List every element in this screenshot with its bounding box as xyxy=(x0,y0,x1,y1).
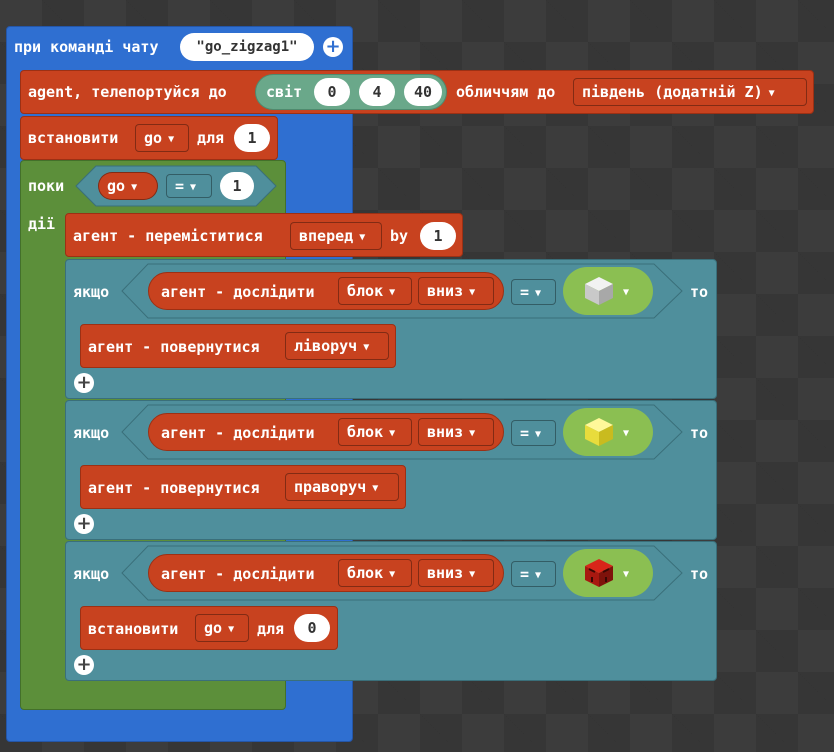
set-label: встановити xyxy=(28,129,119,147)
while-variable-value: go xyxy=(107,177,126,195)
turn-direction-value: ліворуч xyxy=(294,337,358,355)
inspect-dir-value: вниз xyxy=(427,423,464,441)
chat-command-input[interactable]: "go_zigzag1" xyxy=(180,33,314,61)
variable-dropdown[interactable]: go ▼ xyxy=(195,614,249,642)
chevron-down-icon: ▼ xyxy=(535,288,542,299)
variable-dropdown-value: go xyxy=(204,619,223,637)
move-value-input[interactable]: 1 xyxy=(420,222,456,250)
white-block-icon xyxy=(585,277,613,305)
chevron-down-icon: ▼ xyxy=(168,134,175,145)
inspect-dir-dropdown[interactable]: вниз ▼ xyxy=(418,277,494,305)
add-else-icon[interactable]: + xyxy=(74,514,94,534)
if-label: якщо xyxy=(73,283,110,301)
chevron-down-icon: ▼ xyxy=(389,428,396,439)
inspect-dir-dropdown[interactable]: вниз ▼ xyxy=(418,418,494,446)
compare-operator-dropdown[interactable]: = ▼ xyxy=(511,561,556,587)
chevron-down-icon: ▼ xyxy=(359,232,366,243)
inspect-kind-dropdown[interactable]: блок ▼ xyxy=(338,418,412,446)
inspect-kind-value: блок xyxy=(347,282,384,300)
add-else-icon[interactable]: + xyxy=(74,655,94,675)
inspect-label: агент - дослідити xyxy=(161,283,315,301)
then-label: то xyxy=(690,424,709,442)
chevron-down-icon: ▼ xyxy=(372,483,379,494)
compare-operator-value: = xyxy=(520,283,530,301)
chevron-down-icon: ▼ xyxy=(535,429,542,440)
set-value-input[interactable]: 1 xyxy=(234,124,270,152)
inspect-dir-dropdown[interactable]: вниз ▼ xyxy=(418,559,494,587)
for-label: для xyxy=(257,620,285,638)
variable-dropdown[interactable]: go ▼ xyxy=(135,124,189,152)
chevron-down-icon: ▼ xyxy=(469,287,476,298)
for-label: для xyxy=(197,129,225,147)
by-label: by xyxy=(390,227,409,245)
direction-dropdown[interactable]: південь (додатній Z) ▼ xyxy=(573,78,807,106)
turn-label: агент - повернутися xyxy=(88,338,260,356)
move-direction-dropdown[interactable]: вперед ▼ xyxy=(290,222,382,250)
chevron-down-icon: ▼ xyxy=(389,287,396,298)
then-label: то xyxy=(690,565,709,583)
if-label: якщо xyxy=(73,424,110,442)
compare-operator-value: = xyxy=(520,424,530,442)
while-operator-dropdown[interactable]: = ▼ xyxy=(166,174,212,198)
inspect-dir-value: вниз xyxy=(427,282,464,300)
inspect-kind-value: блок xyxy=(347,564,384,582)
z-coordinate-input[interactable]: 40 xyxy=(404,78,442,106)
chevron-down-icon[interactable]: ▼ xyxy=(623,424,629,444)
set-label: встановити xyxy=(88,620,179,638)
turn-label: агент - повернутися xyxy=(88,479,260,497)
turn-direction-value: праворуч xyxy=(294,478,367,496)
compare-operator-dropdown[interactable]: = ▼ xyxy=(511,420,556,446)
turn-direction-dropdown[interactable]: ліворуч ▼ xyxy=(285,332,389,360)
set-value-input[interactable]: 0 xyxy=(294,614,330,642)
variable-dropdown-value: go xyxy=(144,129,163,147)
while-operator-value: = xyxy=(175,177,185,195)
inspect-kind-value: блок xyxy=(347,423,384,441)
compare-operator-dropdown[interactable]: = ▼ xyxy=(511,279,556,305)
chevron-down-icon[interactable]: ▼ xyxy=(623,283,629,303)
facing-label: обличчям до xyxy=(456,83,556,101)
while-value-input[interactable]: 1 xyxy=(220,172,254,200)
add-else-icon[interactable]: + xyxy=(74,373,94,393)
x-coordinate-input[interactable]: 0 xyxy=(314,78,350,106)
chevron-down-icon: ▼ xyxy=(131,182,138,193)
chevron-down-icon: ▼ xyxy=(535,570,542,581)
event-label: при команді чату xyxy=(14,38,159,56)
chevron-down-icon: ▼ xyxy=(190,182,197,193)
add-parameter-icon[interactable]: + xyxy=(323,37,343,57)
direction-dropdown-value: південь (додатній Z) xyxy=(582,83,763,101)
y-coordinate-input[interactable]: 4 xyxy=(359,78,395,106)
inspect-kind-dropdown[interactable]: блок ▼ xyxy=(338,277,412,305)
inspect-dir-value: вниз xyxy=(427,564,464,582)
chevron-down-icon: ▼ xyxy=(389,569,396,580)
teleport-label: agent, телепортуйся до xyxy=(28,83,227,101)
chevron-down-icon: ▼ xyxy=(768,88,775,99)
chevron-down-icon[interactable]: ▼ xyxy=(623,565,629,585)
while-label: поки xyxy=(28,177,65,195)
move-label: агент - переміститися xyxy=(73,227,263,245)
chevron-down-icon: ▼ xyxy=(469,569,476,580)
chevron-down-icon: ▼ xyxy=(363,342,370,353)
chevron-down-icon: ▼ xyxy=(469,428,476,439)
do-label: дії xyxy=(28,215,56,233)
inspect-kind-dropdown[interactable]: блок ▼ xyxy=(338,559,412,587)
then-label: то xyxy=(690,283,709,301)
world-label: світ xyxy=(266,83,303,101)
redstone-block-icon xyxy=(585,559,613,587)
yellow-block-icon xyxy=(585,418,613,446)
while-variable-dropdown[interactable]: go ▼ xyxy=(98,172,158,200)
compare-operator-value: = xyxy=(520,565,530,583)
if-label: якщо xyxy=(73,565,110,583)
inspect-label: агент - дослідити xyxy=(161,565,315,583)
turn-direction-dropdown[interactable]: праворуч ▼ xyxy=(285,473,399,501)
inspect-label: агент - дослідити xyxy=(161,424,315,442)
chevron-down-icon: ▼ xyxy=(228,624,235,635)
move-direction-value: вперед xyxy=(299,227,354,245)
